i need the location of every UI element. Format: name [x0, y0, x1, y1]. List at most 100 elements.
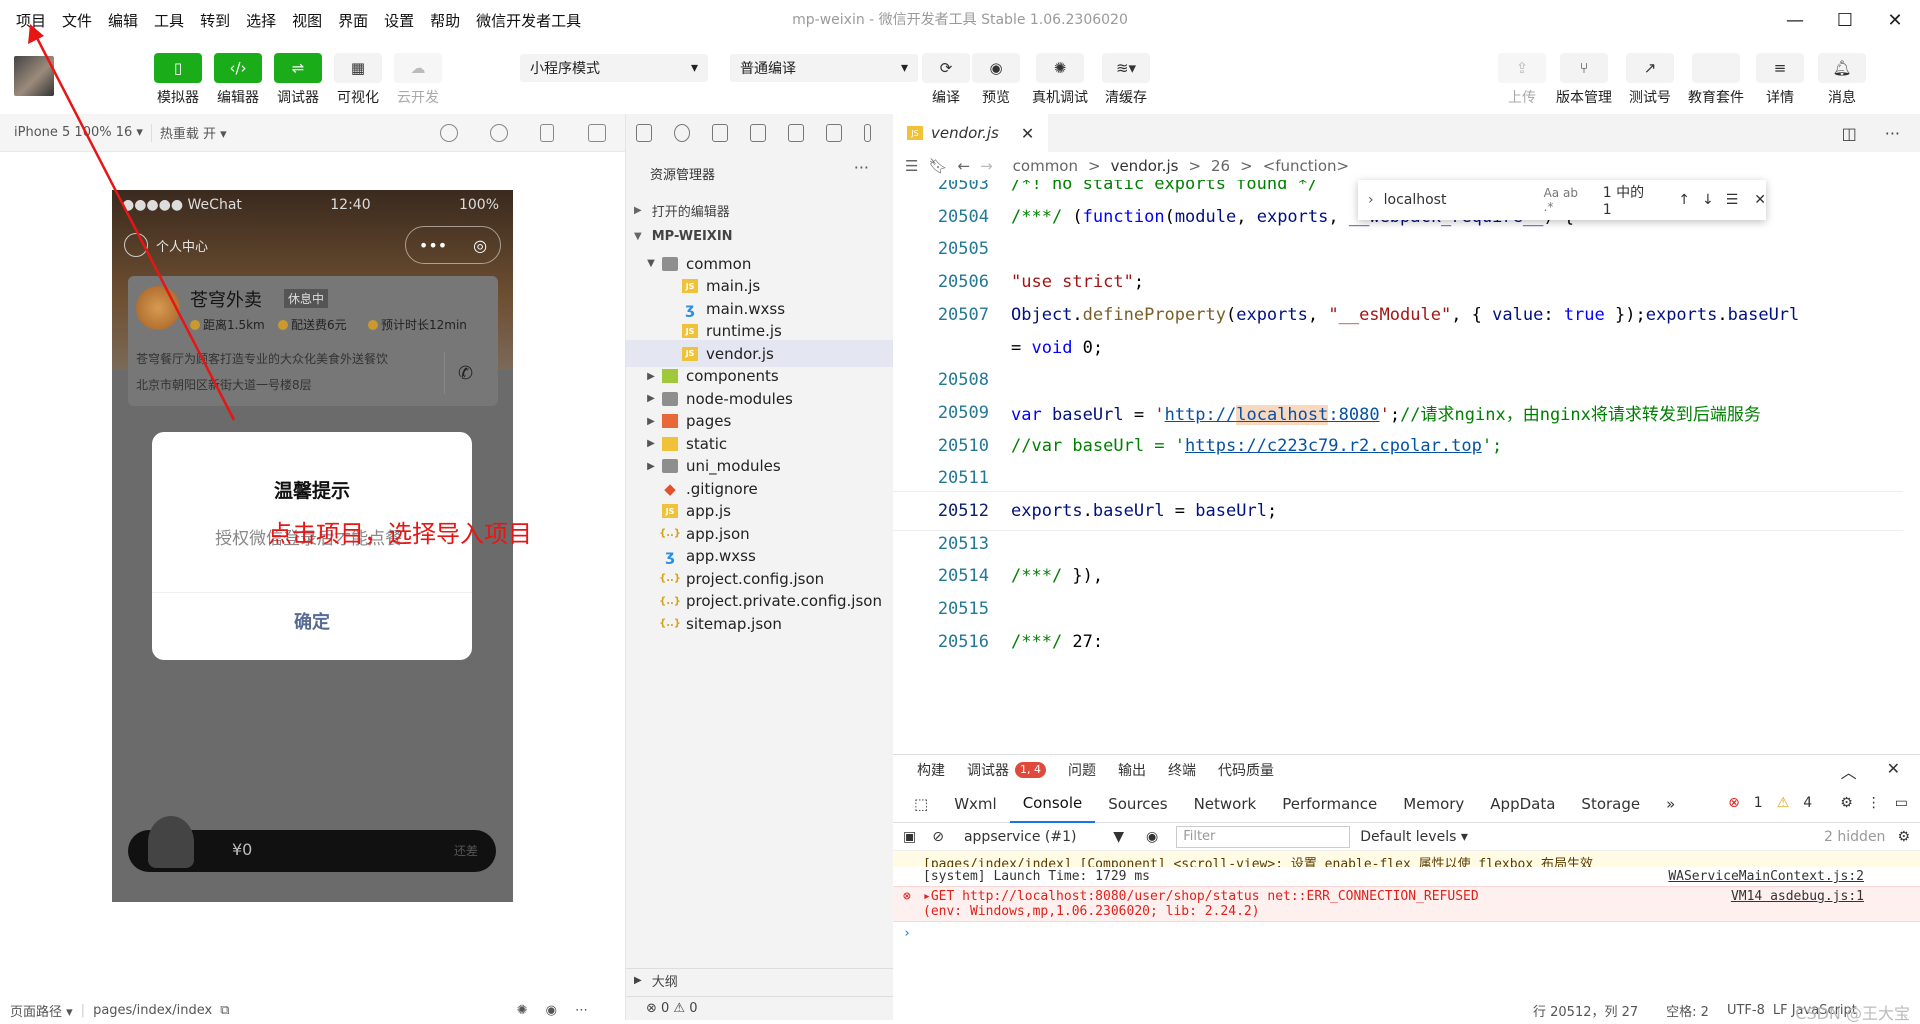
breadcrumb-item[interactable]: 26: [1211, 157, 1230, 175]
sidebar-toggle-icon[interactable]: ▣: [903, 829, 916, 845]
more-dots-icon[interactable]: •••: [419, 236, 447, 255]
log-levels-select[interactable]: Default levels ▾: [1360, 829, 1468, 845]
devtab-console[interactable]: Console: [1009, 785, 1096, 823]
log-source-link[interactable]: WAServiceMainContext.js:2: [1668, 869, 1864, 884]
refresh-icon[interactable]: [440, 124, 458, 142]
tab-build[interactable]: 构建: [917, 760, 945, 780]
copy-icon[interactable]: ⧉: [220, 1003, 229, 1018]
tab-debugger[interactable]: 调试器 1, 4: [967, 760, 1046, 780]
files-icon[interactable]: [636, 124, 652, 142]
phone-rotate-icon[interactable]: [540, 124, 554, 142]
find-input[interactable]: localhost: [1384, 192, 1544, 208]
dock-icon[interactable]: ▭: [1895, 795, 1908, 811]
git-icon[interactable]: [711, 124, 728, 142]
visual-toggle[interactable]: ▦ 可视化: [332, 53, 384, 107]
confirm-button[interactable]: 确定: [152, 608, 472, 634]
indent-spaces[interactable]: 空格: 2: [1666, 1001, 1709, 1020]
find-options[interactable]: Aa ab .*: [1544, 186, 1589, 214]
code-line[interactable]: 20516 /***/ 27:: [893, 622, 1903, 662]
preview-button[interactable]: ◉ 预览: [970, 53, 1022, 107]
gear-icon[interactable]: ⚙: [1840, 795, 1853, 811]
clear-console-icon[interactable]: ⊘: [932, 829, 944, 845]
close-window-button[interactable]: ✕: [1870, 0, 1920, 40]
log-source-link[interactable]: VM14 asdebug.js:1: [1731, 889, 1864, 904]
docker-icon[interactable]: [825, 124, 842, 142]
selection-icon[interactable]: ☰: [1726, 192, 1739, 208]
page-path-select[interactable]: 页面路径 ▾: [10, 1001, 73, 1020]
code-area[interactable]: 20503 /*! no static exports found */ 20504…: [893, 180, 1920, 754]
cursor-position[interactable]: 行 20512，列 27: [1533, 1001, 1638, 1020]
device-select[interactable]: iPhone 5 100% 16 ▾: [14, 125, 143, 140]
upload-button[interactable]: ⇪ 上传: [1496, 53, 1548, 107]
devtab-appdata[interactable]: AppData: [1477, 785, 1568, 823]
devtab-memory[interactable]: Memory: [1390, 785, 1477, 823]
menu-goto[interactable]: 转到: [192, 0, 238, 40]
minimize-button[interactable]: —: [1770, 0, 1820, 40]
simulator-toggle[interactable]: ▯ 模拟器: [152, 53, 204, 107]
footer-icons[interactable]: ✺◉⋯: [517, 1003, 606, 1018]
back-icon[interactable]: ←: [958, 157, 971, 175]
devtab-more[interactable]: »: [1653, 785, 1688, 823]
test-account-button[interactable]: ↗ 测试号: [1624, 53, 1676, 107]
gear-icon[interactable]: ⚙: [1897, 829, 1910, 845]
devtab-sources[interactable]: Sources: [1095, 785, 1180, 823]
compile-button[interactable]: ⟳ 编译: [920, 53, 972, 107]
tab-code-quality[interactable]: 代码质量: [1218, 760, 1274, 780]
menu-project[interactable]: 项目: [0, 0, 54, 40]
edu-kit-button[interactable]: 教育套件: [1688, 53, 1744, 107]
editor-toggle[interactable]: ‹/› 编辑器: [212, 53, 264, 107]
close-target-icon[interactable]: ◎: [473, 236, 487, 255]
hot-reload-toggle[interactable]: 热重载 开 ▾: [160, 123, 227, 142]
menu-interface[interactable]: 界面: [330, 0, 376, 40]
problems-indicator[interactable]: ⊗ 0 ⚠ 0: [626, 996, 893, 1020]
popout-icon[interactable]: [588, 124, 606, 142]
messages-button[interactable]: 🔔︎ 消息: [1816, 53, 1868, 107]
editor-tab[interactable]: JS vendor.js ✕: [893, 114, 1049, 152]
tab-problems[interactable]: 问题: [1068, 760, 1096, 780]
tab-output[interactable]: 输出: [1118, 760, 1146, 780]
call-phone-icon[interactable]: ✆: [444, 352, 486, 394]
close-icon[interactable]: ✕: [1887, 759, 1900, 783]
search-icon[interactable]: [673, 124, 690, 142]
menu-help[interactable]: 帮助: [422, 0, 468, 40]
close-icon[interactable]: ✕: [1021, 124, 1034, 143]
storage-icon[interactable]: [787, 124, 804, 142]
cloud-dev-button[interactable]: ☁ 云开发: [392, 53, 444, 107]
menu-file[interactable]: 文件: [54, 0, 100, 40]
encoding[interactable]: UTF-8: [1727, 1003, 1765, 1018]
details-button[interactable]: ≡ 详情: [1754, 53, 1806, 107]
list-icon[interactable]: ☰: [905, 157, 918, 175]
inspect-icon[interactable]: ⬚: [901, 785, 941, 823]
outline-section[interactable]: ▶ 大纲: [626, 968, 893, 992]
devtab-network[interactable]: Network: [1181, 785, 1270, 823]
console-prompt[interactable]: ›: [893, 922, 1920, 945]
chevron-right-icon[interactable]: ›: [1368, 192, 1374, 208]
devtab-storage[interactable]: Storage: [1568, 785, 1653, 823]
debugger-toggle[interactable]: ⇌ 调试器: [272, 53, 324, 107]
menu-select[interactable]: 选择: [238, 0, 284, 40]
console-filter-input[interactable]: Filter: [1176, 825, 1351, 848]
open-editors-section[interactable]: ▶ 打开的编辑器: [626, 198, 893, 222]
close-icon[interactable]: ✕: [1754, 192, 1766, 208]
forward-icon[interactable]: →: [980, 157, 993, 175]
eye-icon[interactable]: ◉: [1146, 829, 1158, 845]
arrow-up-icon[interactable]: ↑: [1678, 192, 1690, 208]
menu-edit[interactable]: 编辑: [100, 0, 146, 40]
real-device-debug-button[interactable]: ✺ 真机调试: [1032, 53, 1088, 107]
mode-select[interactable]: 小程序模式 ▾: [520, 54, 708, 82]
chevron-up-icon[interactable]: ︿: [1841, 759, 1857, 783]
bookmark-icon[interactable]: 🔖︎: [928, 157, 947, 175]
devtab-wxml[interactable]: Wxml: [941, 785, 1010, 823]
stop-icon[interactable]: [490, 124, 508, 142]
compile-mode-select[interactable]: 普通编译 ▾: [730, 54, 918, 82]
arrow-down-icon[interactable]: ↓: [1702, 192, 1714, 208]
more-icon[interactable]: ···: [1885, 124, 1900, 143]
more-vert-icon[interactable]: ⋮: [1867, 795, 1881, 811]
more-icon[interactable]: ···: [854, 158, 869, 177]
split-editor-icon[interactable]: ◫: [1842, 124, 1857, 143]
menu-view[interactable]: 视图: [284, 0, 330, 40]
tree-item[interactable]: {..} sitemap.json: [626, 610, 893, 637]
user-center-link[interactable]: 个人中心: [124, 233, 208, 257]
capsule-menu[interactable]: ••• ◎: [405, 226, 501, 264]
devtab-performance[interactable]: Performance: [1269, 785, 1390, 823]
